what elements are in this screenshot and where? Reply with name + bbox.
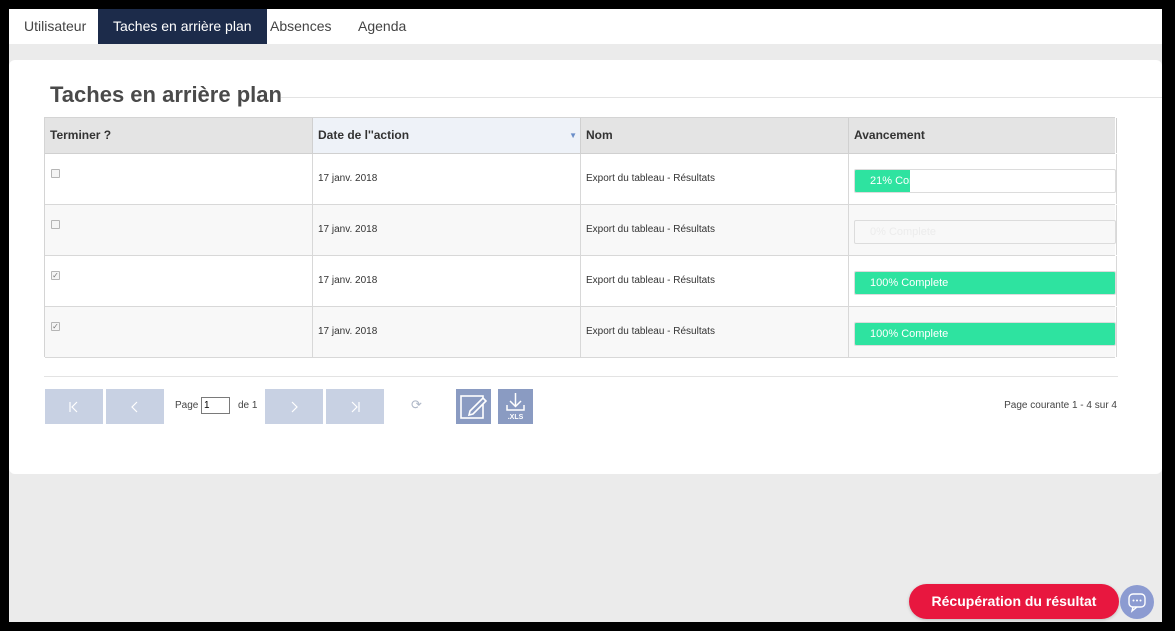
column-header-avancement[interactable]: Avancement [849, 118, 1117, 153]
cell-done: ✓ [45, 307, 313, 357]
checkbox-checked[interactable]: ✓ [51, 322, 60, 331]
first-page-button[interactable] [45, 389, 103, 424]
cell-done: ✓ [45, 256, 313, 306]
cell-date: 17 janv. 2018 [313, 154, 581, 204]
cell-name: Export du tableau - Résultats [581, 256, 849, 306]
name-text: Export du tableau - Résultats [586, 326, 715, 337]
page-number-input[interactable] [201, 397, 230, 414]
cell-done [45, 154, 313, 204]
column-header-label: Date de l''action [318, 128, 410, 142]
checkbox[interactable] [51, 220, 60, 229]
column-header-nom[interactable]: Nom [581, 118, 849, 153]
table-row[interactable]: 17 janv. 2018 Export du tableau - Résulta… [45, 205, 1117, 256]
edit-button[interactable] [456, 389, 491, 424]
tasks-grid: Terminer ? Date de l''action ▼ Nom Avance… [44, 117, 1117, 358]
next-page-button[interactable] [265, 389, 323, 424]
name-text: Export du tableau - Résultats [586, 224, 715, 235]
page-label: Page [175, 400, 199, 411]
cell-progress: 0% Complete [849, 205, 1117, 255]
first-page-icon [69, 401, 78, 413]
title-divider [281, 97, 1162, 98]
progress-label: 0% Complete [870, 226, 937, 238]
table-row[interactable]: ✓ 17 janv. 2018 Export du tableau - Résult… [45, 256, 1117, 307]
name-text: Export du tableau - Résultats [586, 275, 715, 286]
grid-header: Terminer ? Date de l''action ▼ Nom Avance… [45, 118, 1117, 154]
checkbox[interactable] [51, 169, 60, 178]
cell-name: Export du tableau - Résultats [581, 205, 849, 255]
fetch-result-button[interactable]: Récupération du résultat [909, 584, 1119, 619]
table-row[interactable]: ✓ 17 janv. 2018 Export du tableau - Résult… [45, 307, 1117, 358]
column-header-label: Nom [586, 128, 613, 142]
checkbox-checked[interactable]: ✓ [51, 271, 60, 280]
cell-done [45, 205, 313, 255]
cell-date: 17 janv. 2018 [313, 307, 581, 357]
chat-button[interactable] [1120, 585, 1154, 619]
progress-label-clip: 21% Complete [855, 170, 910, 192]
sort-down-icon[interactable]: ▼ [569, 118, 577, 153]
page-count-label: de 1 [238, 400, 258, 411]
progress-bar: 100% Complete [854, 271, 1116, 295]
edit-icon [460, 395, 488, 419]
last-page-button[interactable] [326, 389, 384, 424]
tasks-panel: Taches en arrière plan Terminer ? Date d… [9, 60, 1162, 474]
column-header-label: Avancement [854, 128, 925, 142]
progress-label: 100% Complete [870, 277, 949, 289]
progress-bar: 0% Complete [854, 220, 1116, 244]
progress-label: 100% Complete [870, 328, 949, 340]
date-text: 17 janv. 2018 [318, 275, 378, 286]
app-frame: Utilisateur Taches en arrière plan Absen… [9, 9, 1162, 622]
last-page-icon [351, 401, 360, 413]
top-tabs: Utilisateur Taches en arrière plan Absen… [9, 9, 1162, 44]
table-row[interactable]: 17 janv. 2018 Export du tableau - Résulta… [45, 154, 1117, 205]
cell-progress: 21% Complete [849, 154, 1117, 204]
chat-icon [1128, 593, 1146, 613]
cell-progress: 100% Complete [849, 256, 1117, 306]
export-xls-button[interactable]: .XLS [498, 389, 533, 424]
tab-absences[interactable]: Absences [255, 9, 346, 44]
tab-taches-arriere-plan[interactable]: Taches en arrière plan [98, 9, 267, 44]
cell-progress: 100% Complete [849, 307, 1117, 357]
tab-agenda[interactable]: Agenda [343, 9, 421, 44]
previous-page-button[interactable] [106, 389, 164, 424]
chevron-left-icon [131, 401, 138, 413]
page-title: Taches en arrière plan [50, 82, 282, 107]
column-header-terminer[interactable]: Terminer ? [45, 118, 313, 153]
column-header-date[interactable]: Date de l''action ▼ [313, 118, 581, 153]
cell-date: 17 janv. 2018 [313, 256, 581, 306]
pager-divider [44, 376, 1118, 377]
column-header-label: Terminer ? [50, 128, 112, 142]
download-xls-icon: .XLS [506, 393, 525, 421]
cell-name: Export du tableau - Résultats [581, 154, 849, 204]
chevron-right-icon [291, 401, 298, 413]
cell-name: Export du tableau - Résultats [581, 307, 849, 357]
page-status: Page courante 1 - 4 sur 4 [1004, 400, 1117, 411]
date-text: 17 janv. 2018 [318, 224, 378, 235]
date-text: 17 janv. 2018 [318, 326, 378, 337]
name-text: Export du tableau - Résultats [586, 173, 715, 184]
xls-label: .XLS [508, 414, 524, 421]
cell-date: 17 janv. 2018 [313, 205, 581, 255]
tab-utilisateur[interactable]: Utilisateur [9, 9, 101, 44]
refresh-icon[interactable]: ⟳ [411, 397, 422, 413]
progress-bar: 100% Complete [854, 322, 1116, 346]
progress-label: 21% Complete [870, 175, 910, 187]
progress-bar: 21% Complete [854, 169, 1116, 193]
date-text: 17 janv. 2018 [318, 173, 378, 184]
